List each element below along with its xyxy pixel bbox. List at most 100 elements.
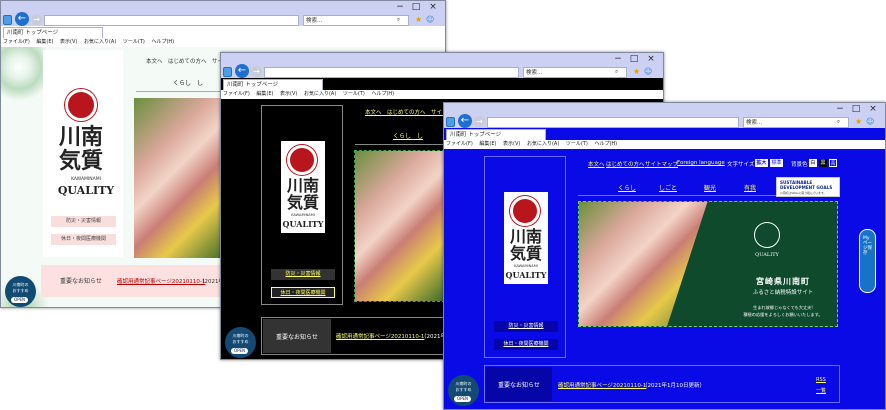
navigation-bar: ← → 検索... ⌕ ★ ☺ — [444, 114, 885, 128]
menu-bar: ファイル(F) 編集(E) 表示(V) お気に入り(A) ツール(T) ヘルプ(… — [444, 140, 885, 149]
search-box[interactable]: 検索... — [523, 67, 627, 78]
header-link-sitemap[interactable]: サイトマップ — [645, 160, 678, 168]
disaster-info-button[interactable]: 防災・災害情報 — [51, 216, 116, 227]
close-button[interactable]: × — [644, 53, 658, 66]
header-link-first-time[interactable]: はじめての方へ — [606, 160, 645, 168]
recommend-open-button[interactable]: OPEN — [231, 348, 248, 354]
recommend-open-button[interactable]: OPEN — [11, 297, 28, 303]
bg-color-white-button[interactable]: 白 — [809, 159, 817, 167]
forward-button[interactable]: → — [31, 14, 42, 25]
favorites-star-icon[interactable]: ★ — [633, 67, 640, 77]
notice-link[interactable]: 確認用通常記事ページ20210110-1 — [336, 332, 424, 340]
search-icon[interactable]: ⌕ — [397, 15, 400, 25]
main-nav-underline — [355, 144, 445, 145]
address-bar[interactable] — [264, 67, 519, 78]
menu-help[interactable]: ヘルプ(H) — [151, 39, 174, 45]
disaster-info-button[interactable]: 防災・災害情報 — [271, 269, 335, 280]
search-icon[interactable]: ⌕ — [615, 67, 618, 77]
menu-view[interactable]: 表示(V) — [60, 39, 77, 45]
menu-favorites[interactable]: お気に入り(A) — [304, 91, 336, 97]
menu-bar: ファイル(F) 編集(E) 表示(V) お気に入り(A) ツール(T) ヘルプ(… — [221, 90, 663, 99]
menu-favorites[interactable]: お気に入り(A) — [527, 141, 559, 147]
mypage-label: My ページ保存 — [863, 236, 872, 256]
favorites-star-icon[interactable]: ★ — [855, 117, 862, 127]
title-bar: − □ × — [444, 103, 885, 116]
minimize-button[interactable]: − — [393, 1, 407, 14]
bg-color-black-button[interactable]: 黒 — [819, 159, 827, 167]
menu-file[interactable]: ファイル(F) — [223, 91, 250, 97]
maximize-button[interactable]: □ — [409, 1, 423, 14]
tab-title: 川南町 トップページ — [450, 132, 502, 138]
address-bar[interactable] — [44, 15, 299, 26]
bg-color-blue-button[interactable]: 青 — [829, 159, 837, 167]
minimize-button[interactable]: − — [833, 103, 847, 116]
browser-tab[interactable]: 川南町 トップページ — [3, 27, 103, 38]
forward-button[interactable]: → — [474, 116, 485, 127]
menu-tools[interactable]: ツール(T) — [123, 39, 145, 45]
search-box[interactable]: 検索... — [743, 117, 849, 128]
settings-icon[interactable]: ☺ — [866, 117, 874, 127]
header-links-partial[interactable]: 本文へ はじめての方へ サイトマ — [365, 108, 453, 116]
menu-file[interactable]: ファイル(F) — [3, 39, 30, 45]
notice-link[interactable]: 確認用通常記事ページ20210110-1 — [117, 277, 205, 285]
search-box[interactable]: 検索... — [303, 15, 409, 26]
menu-help[interactable]: ヘルプ(H) — [371, 91, 394, 97]
address-bar[interactable] — [487, 117, 739, 128]
main-nav-living[interactable]: くらし — [618, 183, 636, 192]
hero-town-title: 宮崎県川南町 — [756, 277, 810, 286]
holiday-medical-button[interactable]: 休日・夜間医療機関 — [51, 234, 116, 245]
logo-quality: QUALITY — [57, 184, 115, 197]
menu-tools[interactable]: ツール(T) — [566, 141, 588, 147]
notice-label: 重要なお知らせ — [276, 334, 318, 341]
settings-icon[interactable]: ☺ — [426, 15, 434, 25]
header-link-main-content[interactable]: 本文へ — [588, 160, 605, 168]
font-size-enlarge-button[interactable]: 拡大 — [755, 159, 768, 167]
list-link[interactable]: 一覧 — [816, 387, 826, 394]
header-link-foreign-language[interactable]: Foreign language — [677, 160, 725, 166]
maximize-button[interactable]: □ — [849, 103, 863, 116]
close-button[interactable]: × — [426, 1, 440, 14]
menu-bar: ファイル(F) 編集(E) 表示(V) お気に入り(A) ツール(T) ヘルプ(… — [1, 38, 445, 47]
recommend-line2: おすすめ — [455, 387, 472, 392]
back-button[interactable]: ← — [458, 114, 472, 128]
main-nav-work[interactable]: しごと — [659, 183, 677, 192]
settings-icon[interactable]: ☺ — [644, 67, 652, 77]
back-button[interactable]: ← — [15, 12, 29, 26]
menu-favorites[interactable]: お気に入り(A) — [84, 39, 116, 45]
main-nav-tourism[interactable]: 観光 — [704, 183, 716, 192]
menu-edit[interactable]: 編集(E) — [479, 141, 496, 147]
menu-edit[interactable]: 編集(E) — [256, 91, 273, 97]
search-icon[interactable]: ⌕ — [837, 117, 840, 127]
menu-view[interactable]: 表示(V) — [280, 91, 297, 97]
mypage-tab[interactable]: My ページ保存 — [859, 229, 876, 293]
maximize-button[interactable]: □ — [627, 53, 641, 66]
hero-quality-mark: QUALITY — [755, 252, 779, 258]
menu-file[interactable]: ファイル(F) — [446, 141, 473, 147]
disaster-info-button[interactable]: 防災・災害情報 — [494, 321, 558, 332]
browser-tab[interactable]: 川南町 トップページ — [446, 129, 546, 140]
close-button[interactable]: × — [866, 103, 880, 116]
main-nav-partial[interactable]: くらし し — [393, 131, 423, 140]
logo-roman: KAWAMINAMI — [514, 264, 538, 268]
back-button[interactable]: ← — [235, 64, 249, 78]
sdgs-banner[interactable]: SUSTAINABLE DEVELOPMENT GOALS 川南町はSDGsに取… — [776, 177, 840, 197]
menu-view[interactable]: 表示(V) — [503, 141, 520, 147]
menu-edit[interactable]: 編集(E) — [36, 39, 53, 45]
holiday-medical-button[interactable]: 休日・夜間医療機関 — [271, 287, 335, 298]
holiday-medical-button[interactable]: 休日・夜間医療機関 — [494, 339, 558, 350]
recommend-open-button[interactable]: OPEN — [454, 396, 471, 402]
notice-link[interactable]: 確認用通常記事ページ20210110-1 — [558, 381, 646, 389]
browser-tab[interactable]: 川南町 トップページ — [223, 79, 323, 90]
menu-tools[interactable]: ツール(T) — [343, 91, 365, 97]
main-nav-partial[interactable]: くらし し — [173, 78, 203, 87]
menu-help[interactable]: ヘルプ(H) — [594, 141, 617, 147]
rss-link[interactable]: RSS — [816, 377, 826, 383]
favorites-star-icon[interactable]: ★ — [415, 15, 422, 25]
title-bar: − □ × — [1, 1, 445, 14]
forward-button[interactable]: → — [251, 66, 262, 77]
sdgs-sub: 川南町はSDGsに取り組んでいます。 — [780, 191, 827, 195]
font-size-standard-button[interactable]: 標準 — [770, 159, 783, 167]
logo-roman: KAWAMINAMI — [291, 213, 315, 217]
minimize-button[interactable]: − — [611, 53, 625, 66]
main-nav-yuga[interactable]: 有我 — [744, 183, 756, 192]
